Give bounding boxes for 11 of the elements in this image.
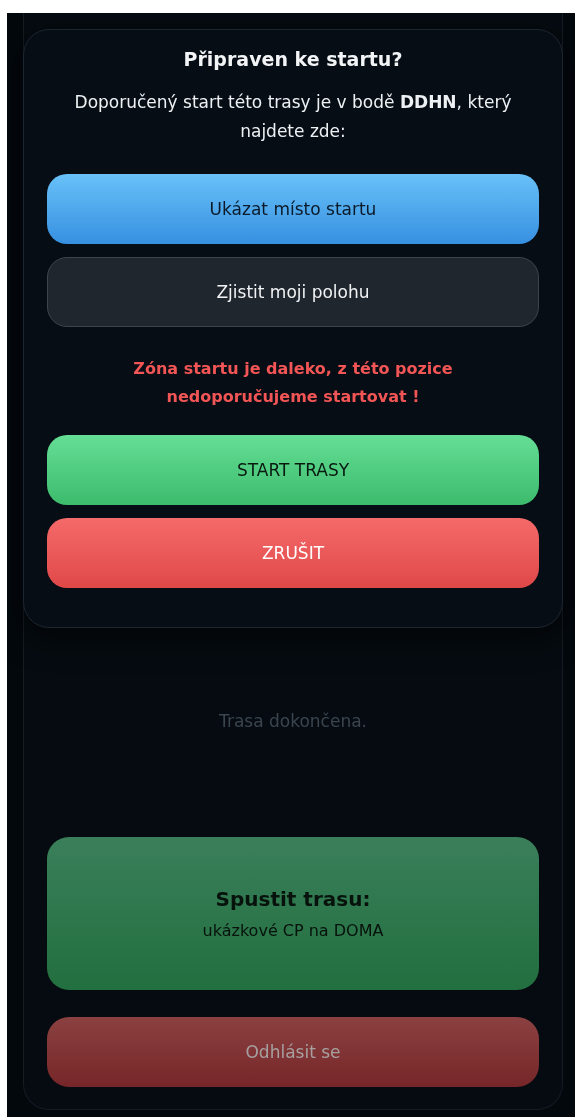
start-route-button[interactable]: Spustit trasu: ukázkové CP na DOMA [47, 837, 539, 990]
show-start-button[interactable]: Ukázat místo startu [47, 174, 539, 244]
dialog-message: Doporučený start této trasy je v bodě DDHN, který najdete zde: [73, 91, 513, 143]
cancel-button[interactable]: ZRUŠIT [47, 518, 539, 588]
start-button[interactable]: START TRASY [47, 435, 539, 505]
dialog-title: Připraven ke startu? [183, 48, 403, 70]
warning-text: Zóna startu je daleko, z této pozice nedoporučujeme startovat ! [132, 358, 454, 408]
start-route-title: Spustit trasu: [215, 887, 371, 911]
locate-button[interactable]: Zjistit moji polohu [47, 257, 539, 327]
status-text: Trasa dokončena. [219, 711, 367, 731]
route-name: ukázkové CP na DOMA [202, 921, 384, 940]
